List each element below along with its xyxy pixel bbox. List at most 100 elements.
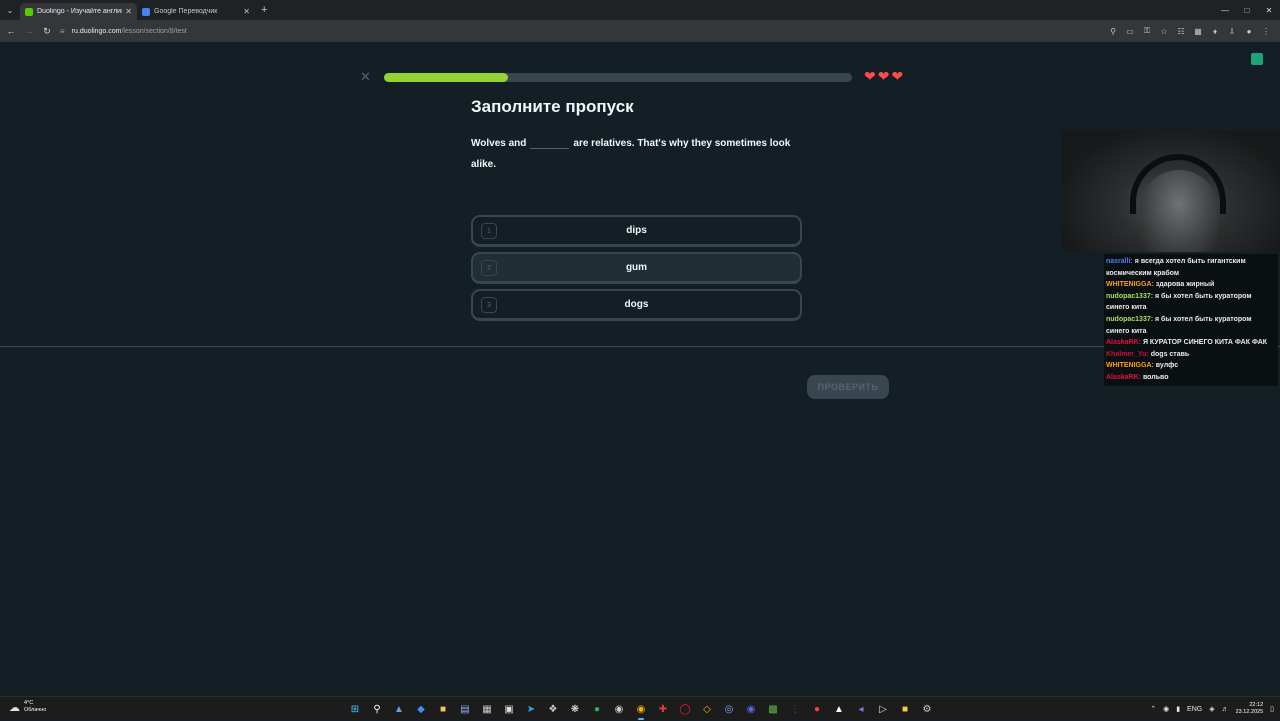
chat-text: вулфс	[1153, 362, 1179, 370]
opera-icon[interactable]: ◯	[674, 697, 696, 721]
start-icon[interactable]: ⊞	[344, 697, 366, 721]
bookmark-star-icon[interactable]: ☆	[1158, 27, 1170, 36]
visual-studio-icon[interactable]: ◂	[850, 697, 872, 721]
tab-close-icon[interactable]: ✕	[243, 7, 250, 16]
clock-time: 22:12	[1249, 702, 1264, 708]
cast-icon[interactable]: ▭	[1124, 27, 1136, 36]
check-button[interactable]: ПРОВЕРИТЬ	[807, 375, 889, 399]
tab-close-icon[interactable]: ✕	[125, 7, 132, 16]
settings-gear-icon[interactable]: ⚙	[916, 697, 938, 721]
hearts-counter: ❤ ❤ ❤	[864, 69, 903, 83]
back-icon[interactable]: ←	[2, 22, 20, 40]
answer-blank[interactable]	[530, 136, 570, 149]
game-icon[interactable]: ✚	[652, 697, 674, 721]
file-explorer-icon[interactable]: ■	[432, 697, 454, 721]
zoom-icon[interactable]: ⚲	[1107, 27, 1119, 36]
forward-icon[interactable]: →	[20, 22, 38, 40]
translate-icon[interactable]: ☷	[1175, 27, 1187, 36]
new-tab-button[interactable]: +	[261, 4, 267, 16]
taskbar-apps: ⊞ ⚲ ▲ ◆ ■ ▤ ▦ ▣ ➤ ❖ ❋ ● ◉ ◉ ✚ ◯ ◇ ◎ ◉ ▩ …	[344, 697, 938, 721]
site-info-icon[interactable]: ≡	[60, 27, 65, 36]
choice-word: dips	[626, 225, 647, 236]
chrome-icon[interactable]: ◉	[630, 697, 652, 721]
choice-word: gum	[625, 262, 648, 273]
footer-divider	[0, 346, 1280, 347]
chevron-up-icon[interactable]: ⌃	[1150, 705, 1156, 713]
globe-icon[interactable]: ◎	[718, 697, 740, 721]
store-icon[interactable]: ▣	[498, 697, 520, 721]
maximize-icon[interactable]: □	[1236, 0, 1258, 20]
obs-icon[interactable]: ◉	[608, 697, 630, 721]
duolingo-favicon-icon	[25, 7, 33, 16]
minecraft-icon[interactable]: ▩	[762, 697, 784, 721]
minimize-icon[interactable]: —	[1214, 0, 1236, 20]
url-host: ru.duolingo.com	[71, 27, 122, 35]
terminal-icon[interactable]: ▷	[872, 697, 894, 721]
photos-icon[interactable]: ▲	[388, 697, 410, 721]
chat-username: AlaskaRK:	[1106, 339, 1142, 347]
monitor-icon[interactable]: ▤	[454, 697, 476, 721]
notifications-icon[interactable]: ▯	[1270, 705, 1274, 713]
vscode-icon[interactable]: ◆	[410, 697, 432, 721]
choice-option-3[interactable]: 3 dogs	[471, 289, 802, 321]
system-tray: ⌃ ◉ ▮ ENG ◈ ♬ 22:12 23.12.2025 ▯	[1150, 697, 1280, 721]
clock-date: 23.12.2025	[1235, 709, 1264, 715]
chat-text: dogs ставь	[1148, 350, 1190, 358]
headphones-shape	[1130, 154, 1226, 214]
steam-icon[interactable]: ❖	[542, 697, 564, 721]
profile-avatar-icon[interactable]: ●	[1243, 27, 1255, 36]
calculator-icon[interactable]: ▦	[476, 697, 498, 721]
page-title: Заполните пропуск	[471, 97, 634, 116]
h-app-icon[interactable]: ▲	[828, 697, 850, 721]
browser-toolbar: ← → ↻ ≡ ru.duolingo.com/lesson/section/8…	[0, 20, 1280, 42]
window-controls: — □ ✕	[1214, 0, 1280, 20]
tab-duolingo[interactable]: Duolingo - Изучайте английск ✕	[20, 3, 137, 20]
choice-option-1[interactable]: 1 dips	[471, 215, 802, 247]
tab-search-icon[interactable]: ⌄	[0, 0, 20, 20]
chat-username: AlaskaRK:	[1106, 373, 1142, 381]
chat-message: Khalmer_Yu: dogs ставь	[1106, 349, 1276, 361]
chatgpt-icon[interactable]: ❋	[564, 697, 586, 721]
tab-google-translate[interactable]: Google Переводчик ✕	[137, 3, 255, 20]
extension-badge-icon[interactable]	[1251, 53, 1263, 65]
close-window-icon[interactable]: ✕	[1258, 0, 1280, 20]
reload-icon[interactable]: ↻	[38, 22, 56, 40]
extension-icon[interactable]: ▦	[1192, 27, 1204, 36]
chat-message: AlaskaRK: вольво	[1106, 372, 1276, 384]
python-icon[interactable]: ■	[894, 697, 916, 721]
network-icon[interactable]: ◉	[1163, 705, 1169, 713]
spotify-icon[interactable]: ●	[586, 697, 608, 721]
wifi-icon[interactable]: ◈	[1209, 705, 1214, 713]
translate-favicon-icon	[142, 7, 150, 16]
microphone-icon[interactable]: ▮	[1176, 705, 1180, 713]
progress-fill	[384, 73, 509, 82]
chat-username: nasralli:	[1106, 258, 1133, 265]
url-path: /lesson/section/8/test	[121, 27, 187, 35]
menu-kebab-icon[interactable]: ⋮	[1260, 27, 1272, 36]
weather-widget[interactable]: ☁ 4°C Облачно	[9, 700, 46, 714]
red-app-icon[interactable]: ●	[806, 697, 828, 721]
tab-title: Google Переводчик	[154, 8, 218, 15]
stream-chat: nasralli: я всегда хотел быть гигантским…	[1104, 254, 1278, 386]
password-key-icon[interactable]: ⚿	[1141, 26, 1153, 36]
choice-option-2[interactable]: 2 gum	[471, 252, 802, 284]
discord-icon[interactable]: ◉	[740, 697, 762, 721]
choice-hotkey: 3	[481, 297, 497, 313]
sentence-start: Wolves and	[471, 138, 527, 149]
telegram-icon[interactable]: ➤	[520, 697, 542, 721]
address-bar[interactable]: ≡ ru.duolingo.com/lesson/section/8/test	[60, 22, 1160, 40]
cloud-icon: ☁	[9, 701, 20, 714]
lesson-progress-bar	[384, 73, 852, 82]
search-icon[interactable]: ⚲	[366, 697, 388, 721]
heart-icon: ❤	[891, 68, 904, 84]
clock[interactable]: 22:12 23.12.2025	[1236, 702, 1264, 716]
downloads-icon[interactable]: ⇩	[1226, 27, 1238, 36]
prompt-sentence: Wolves and are relatives. That's why they…	[471, 133, 791, 175]
extensions-puzzle-icon[interactable]: ♦	[1209, 27, 1221, 36]
volume-icon[interactable]: ♬	[1222, 706, 1229, 713]
language-indicator[interactable]: ENG	[1187, 706, 1202, 713]
app-icon[interactable]: ◇	[696, 697, 718, 721]
close-lesson-icon[interactable]: ✕	[360, 69, 371, 85]
choice-hotkey: 1	[481, 223, 497, 239]
chat-message: AlaskaRK: Я КУРАТОР СИНЕГО КИТА ФАК ФАК	[1106, 337, 1276, 349]
